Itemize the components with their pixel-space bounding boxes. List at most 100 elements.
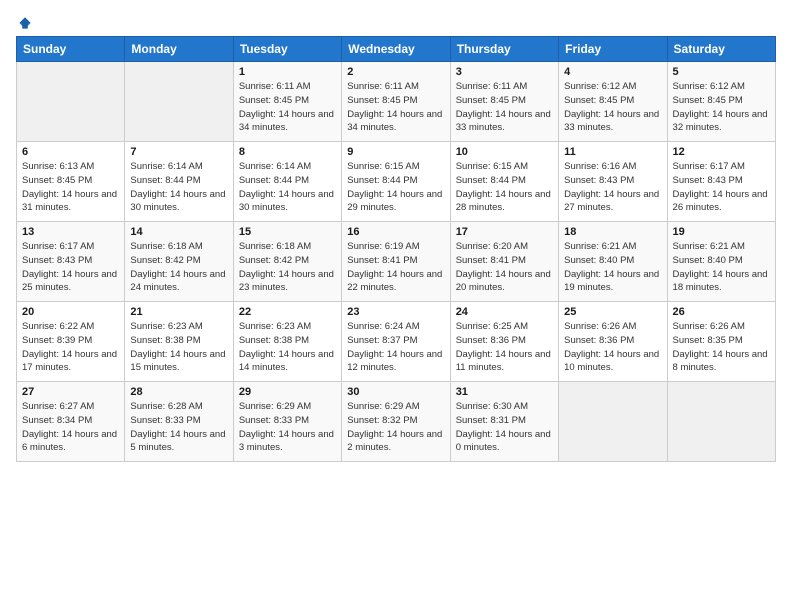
day-cell: 31Sunrise: 6:30 AMSunset: 8:31 PMDayligh… [450,382,558,462]
calendar-header: SundayMondayTuesdayWednesdayThursdayFrid… [17,37,776,62]
day-number: 13 [22,226,119,238]
day-cell: 4 Sunrise: 6:12 AMSunset: 8:45 PMDaylight… [559,62,667,142]
day-info: Sunrise: 6:15 AMSunset: 8:44 PMDaylight:… [347,160,444,215]
day-cell [559,382,667,462]
day-info: Sunrise: 6:21 AMSunset: 8:40 PMDaylight:… [564,240,661,295]
header-row: SundayMondayTuesdayWednesdayThursdayFrid… [17,37,776,62]
day-number: 10 [456,146,553,158]
day-cell: 25 Sunrise: 6:26 AMSunset: 8:36 PMDayligh… [559,302,667,382]
day-info: Sunrise: 6:24 AMSunset: 8:37 PMDaylight:… [347,320,444,375]
day-cell: 1Sunrise: 6:11 AMSunset: 8:45 PMDaylight… [233,62,341,142]
header-cell-wednesday: Wednesday [342,37,450,62]
day-info: Sunrise: 6:27 AMSunset: 8:34 PMDaylight:… [22,400,119,455]
day-info: Sunrise: 6:21 AMSunset: 8:40 PMDaylight:… [673,240,770,295]
day-number: 27 [22,386,119,398]
header-cell-friday: Friday [559,37,667,62]
day-info: Sunrise: 6:11 AMSunset: 8:45 PMDaylight:… [456,80,553,135]
day-info: Sunrise: 6:17 AMSunset: 8:43 PMDaylight:… [22,240,119,295]
day-info: Sunrise: 6:26 AMSunset: 8:35 PMDaylight:… [673,320,770,375]
day-number: 21 [130,306,227,318]
day-cell: 26 Sunrise: 6:26 AMSunset: 8:35 PMDayligh… [667,302,775,382]
day-info: Sunrise: 6:13 AMSunset: 8:45 PMDaylight:… [22,160,119,215]
day-info: Sunrise: 6:12 AMSunset: 8:45 PMDaylight:… [564,80,661,135]
day-cell: 27 Sunrise: 6:27 AMSunset: 8:34 PMDayligh… [17,382,125,462]
day-cell: 20 Sunrise: 6:22 AMSunset: 8:39 PMDayligh… [17,302,125,382]
day-number: 19 [673,226,770,238]
day-number: 12 [673,146,770,158]
day-cell: 24Sunrise: 6:25 AMSunset: 8:36 PMDayligh… [450,302,558,382]
day-info: Sunrise: 6:19 AMSunset: 8:41 PMDaylight:… [347,240,444,295]
day-cell: 19 Sunrise: 6:21 AMSunset: 8:40 PMDayligh… [667,222,775,302]
day-cell: 21 Sunrise: 6:23 AMSunset: 8:38 PMDayligh… [125,302,233,382]
day-info: Sunrise: 6:11 AMSunset: 8:45 PMDaylight:… [347,80,444,135]
day-cell: 16 Sunrise: 6:19 AMSunset: 8:41 PMDayligh… [342,222,450,302]
day-cell [17,62,125,142]
day-number: 6 [22,146,119,158]
week-row-1: 1Sunrise: 6:11 AMSunset: 8:45 PMDaylight… [17,62,776,142]
header-cell-saturday: Saturday [667,37,775,62]
day-info: Sunrise: 6:29 AMSunset: 8:33 PMDaylight:… [239,400,336,455]
day-cell: 8 Sunrise: 6:14 AMSunset: 8:44 PMDaylight… [233,142,341,222]
day-number: 17 [456,226,553,238]
day-info: Sunrise: 6:16 AMSunset: 8:43 PMDaylight:… [564,160,661,215]
week-row-4: 20 Sunrise: 6:22 AMSunset: 8:39 PMDayligh… [17,302,776,382]
day-number: 24 [456,306,553,318]
day-number: 7 [130,146,227,158]
day-number: 9 [347,146,444,158]
day-cell: 14 Sunrise: 6:18 AMSunset: 8:42 PMDayligh… [125,222,233,302]
header-cell-monday: Monday [125,37,233,62]
day-info: Sunrise: 6:11 AMSunset: 8:45 PMDaylight:… [239,80,336,135]
week-row-5: 27 Sunrise: 6:27 AMSunset: 8:34 PMDayligh… [17,382,776,462]
header-cell-thursday: Thursday [450,37,558,62]
day-number: 25 [564,306,661,318]
logo-icon [18,16,32,30]
day-info: Sunrise: 6:30 AMSunset: 8:31 PMDaylight:… [456,400,553,455]
day-cell: 10Sunrise: 6:15 AMSunset: 8:44 PMDayligh… [450,142,558,222]
day-info: Sunrise: 6:14 AMSunset: 8:44 PMDaylight:… [130,160,227,215]
week-row-3: 13 Sunrise: 6:17 AMSunset: 8:43 PMDayligh… [17,222,776,302]
day-number: 23 [347,306,444,318]
day-cell: 29 Sunrise: 6:29 AMSunset: 8:33 PMDayligh… [233,382,341,462]
day-info: Sunrise: 6:18 AMSunset: 8:42 PMDaylight:… [130,240,227,295]
day-info: Sunrise: 6:14 AMSunset: 8:44 PMDaylight:… [239,160,336,215]
day-number: 20 [22,306,119,318]
day-cell: 28 Sunrise: 6:28 AMSunset: 8:33 PMDayligh… [125,382,233,462]
header-cell-sunday: Sunday [17,37,125,62]
day-number: 11 [564,146,661,158]
day-number: 29 [239,386,336,398]
day-info: Sunrise: 6:18 AMSunset: 8:42 PMDaylight:… [239,240,336,295]
day-cell: 18Sunrise: 6:21 AMSunset: 8:40 PMDayligh… [559,222,667,302]
day-cell: 2 Sunrise: 6:11 AMSunset: 8:45 PMDaylight… [342,62,450,142]
day-number: 2 [347,66,444,78]
day-cell: 13 Sunrise: 6:17 AMSunset: 8:43 PMDayligh… [17,222,125,302]
day-number: 22 [239,306,336,318]
day-number: 3 [456,66,553,78]
day-cell: 30Sunrise: 6:29 AMSunset: 8:32 PMDayligh… [342,382,450,462]
day-cell: 12 Sunrise: 6:17 AMSunset: 8:43 PMDayligh… [667,142,775,222]
header [16,16,776,30]
day-number: 8 [239,146,336,158]
day-number: 14 [130,226,227,238]
day-cell [125,62,233,142]
day-cell: 17Sunrise: 6:20 AMSunset: 8:41 PMDayligh… [450,222,558,302]
day-number: 28 [130,386,227,398]
day-info: Sunrise: 6:26 AMSunset: 8:36 PMDaylight:… [564,320,661,375]
day-number: 5 [673,66,770,78]
day-number: 26 [673,306,770,318]
day-number: 16 [347,226,444,238]
day-info: Sunrise: 6:12 AMSunset: 8:45 PMDaylight:… [673,80,770,135]
day-info: Sunrise: 6:22 AMSunset: 8:39 PMDaylight:… [22,320,119,375]
day-info: Sunrise: 6:28 AMSunset: 8:33 PMDaylight:… [130,400,227,455]
day-cell: 9 Sunrise: 6:15 AMSunset: 8:44 PMDaylight… [342,142,450,222]
day-cell: 3 Sunrise: 6:11 AMSunset: 8:45 PMDaylight… [450,62,558,142]
day-cell: 5 Sunrise: 6:12 AMSunset: 8:45 PMDaylight… [667,62,775,142]
day-info: Sunrise: 6:23 AMSunset: 8:38 PMDaylight:… [130,320,227,375]
day-number: 4 [564,66,661,78]
day-cell: 6 Sunrise: 6:13 AMSunset: 8:45 PMDaylight… [17,142,125,222]
day-cell: 15Sunrise: 6:18 AMSunset: 8:42 PMDayligh… [233,222,341,302]
day-cell [667,382,775,462]
day-info: Sunrise: 6:17 AMSunset: 8:43 PMDaylight:… [673,160,770,215]
day-number: 30 [347,386,444,398]
header-cell-tuesday: Tuesday [233,37,341,62]
day-info: Sunrise: 6:23 AMSunset: 8:38 PMDaylight:… [239,320,336,375]
